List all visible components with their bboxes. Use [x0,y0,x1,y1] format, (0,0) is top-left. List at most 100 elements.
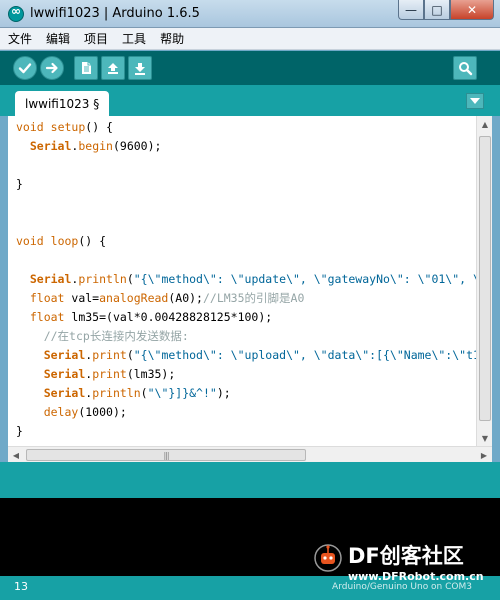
code-token: println [78,272,127,286]
code-line[interactable]: Serial.println("{\"method\": \"update\",… [16,270,478,289]
code-token: begin [78,139,113,153]
verify-icon [18,63,32,74]
menu-edit[interactable]: 编辑 [46,30,70,47]
menu-tools[interactable]: 工具 [122,30,146,47]
code-token: Serial [43,348,86,362]
code-token: ( [126,272,134,286]
open-button[interactable] [101,56,125,80]
code-token: print [92,348,127,362]
code-token: "{\"method\": \"update\", \"gatewayNo\":… [133,272,478,286]
new-icon [82,62,91,74]
code-token: delay [43,405,79,419]
code-line[interactable]: void loop() { [16,232,478,251]
new-button[interactable] [74,56,98,80]
code-token: analogRead [99,291,169,305]
tab-sketch[interactable]: lwwifi1023 § [15,91,110,116]
scroll-left-arrow-icon[interactable]: ◀ [8,447,24,463]
menu-bar: 文件 编辑 项目 工具 帮助 [0,28,500,50]
code-line[interactable]: delay(1000); [16,403,478,422]
horizontal-scroll-thumb[interactable]: ||| [26,449,306,461]
code-token: () { [85,120,113,134]
horizontal-scrollbar[interactable]: ◀ ||| ▶ [8,446,492,462]
vertical-scroll-thumb[interactable] [479,136,491,421]
tab-strip: lwwifi1023 § [0,85,500,116]
watermark-url: www.DFRobot.com.cn [348,570,484,583]
status-bar [0,462,500,498]
code-token: println [92,386,141,400]
code-line[interactable]: Serial.println("\"}]}&^!"); [16,384,478,403]
code-token: void [16,234,44,248]
code-token: float [29,310,65,324]
code-token: void [16,120,44,134]
minimize-button[interactable]: — [398,0,424,20]
code-line[interactable] [16,251,478,270]
code-line[interactable]: Serial.begin(9600); [16,137,478,156]
code-token: (A0); [168,291,203,305]
code-line[interactable]: } [16,175,478,194]
code-token: } [16,177,23,191]
code-line[interactable] [16,213,478,232]
code-area[interactable]: void setup() { Serial.begin(9600);} void … [16,118,478,444]
code-token: //在tcp长连接内发送数据: [43,329,189,343]
code-line[interactable]: void setup() { [16,118,478,137]
code-line[interactable]: Serial.print(lm35); [16,365,478,384]
code-token: () { [78,234,107,248]
close-button[interactable]: ✕ [450,0,494,20]
serial-monitor-button[interactable] [453,56,477,80]
title-bar: lwwifi1023 | Arduino 1.6.5 — □ ✕ [0,0,500,28]
save-button[interactable] [128,56,152,80]
code-token: val= [64,291,100,305]
code-line[interactable] [16,156,478,175]
robot-logo-icon [314,544,342,572]
watermark: DF创客社区 www.DFRobot.com.cn [312,538,498,588]
code-editor[interactable]: void setup() { Serial.begin(9600);} void … [8,116,492,446]
upload-button[interactable] [40,56,64,80]
code-token: Serial [29,272,72,286]
scroll-right-arrow-icon[interactable]: ▶ [476,447,492,463]
arduino-logo-icon [8,4,24,22]
toolbar [0,51,500,85]
code-line[interactable]: float lm35=(val*0.00428828125*100); [16,308,478,327]
code-token: (9600); [112,139,162,153]
code-line[interactable]: //在tcp长连接内发送数据: [16,327,478,346]
code-token: (lm35); [126,367,176,381]
save-icon [135,63,145,75]
code-token: ); [216,386,231,400]
code-token: Serial [43,386,86,400]
code-token: Serial [29,139,72,153]
code-token: ( [140,386,148,400]
code-token: "{\"method\": \"upload\", \"data\":[{\"N… [133,348,478,362]
code-line[interactable]: Serial.print("{\"method\": \"upload\", \… [16,346,478,365]
line-number: 13 [14,580,28,593]
tab-menu-chevron-down-icon[interactable] [466,93,484,109]
window-controls: — □ ✕ [398,0,494,20]
serial-monitor-icon [459,62,473,76]
vertical-scrollbar[interactable]: ▲ ▼ [476,116,492,446]
code-token: ( [126,348,134,362]
menu-file[interactable]: 文件 [8,30,32,47]
scroll-down-arrow-icon[interactable]: ▼ [477,430,492,446]
code-line[interactable]: } [16,422,478,441]
code-line[interactable] [16,194,478,213]
code-token: //LM35的引脚是A0 [202,291,305,305]
verify-button[interactable] [13,56,37,80]
code-token: (1000); [78,405,127,419]
menu-help[interactable]: 帮助 [160,30,184,47]
scroll-up-arrow-icon[interactable]: ▲ [477,116,492,132]
code-line[interactable]: float val=analogRead(A0);//LM35的引脚是A0 [16,289,478,308]
upload-icon [45,62,58,74]
maximize-button[interactable]: □ [424,0,450,20]
code-token: setup [50,120,86,134]
menu-sketch[interactable]: 项目 [84,30,108,47]
